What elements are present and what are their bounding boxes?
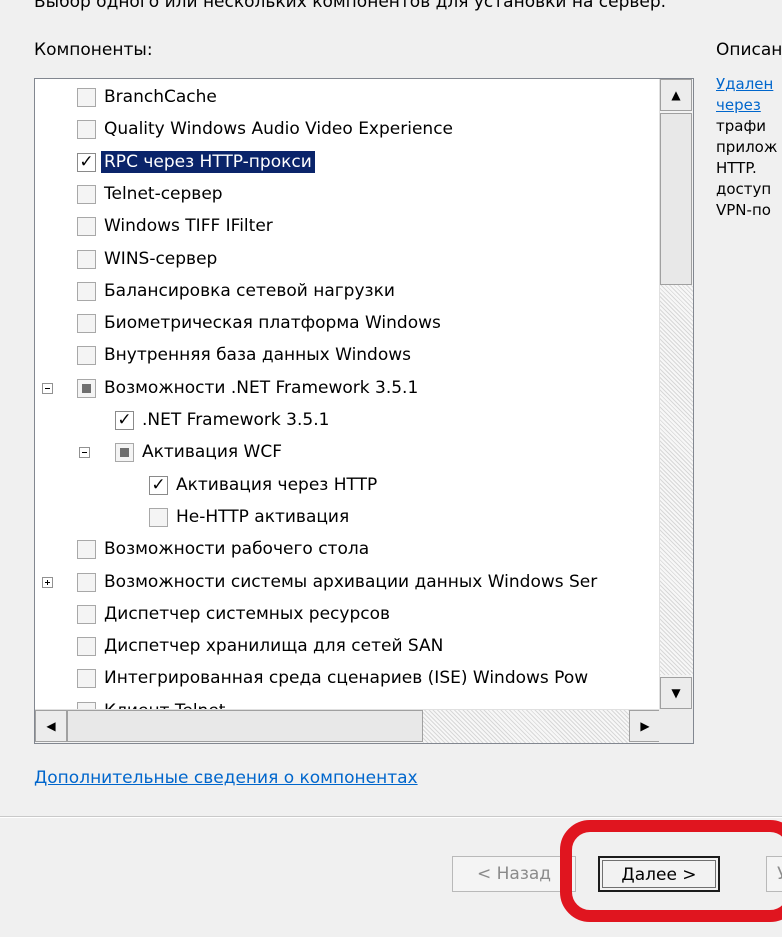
feature-label[interactable]: .NET Framework 3.5.1 <box>139 409 332 431</box>
feature-row[interactable]: Активация WCF <box>35 437 661 469</box>
checkmark-icon: ✓ <box>151 474 166 495</box>
feature-checkbox[interactable] <box>77 378 96 398</box>
features-list: BranchCache Quality Windows Audio Video E… <box>35 79 661 709</box>
checkmark-icon: ✓ <box>117 410 132 430</box>
horizontal-scroll-track[interactable] <box>423 710 629 743</box>
description-label: Описан <box>716 40 782 60</box>
description-text-line-4: доступ <box>716 180 772 198</box>
feature-row[interactable]: Не-HTTP активация <box>35 502 661 534</box>
red-highlight-annotation <box>560 820 782 922</box>
feature-checkbox[interactable] <box>77 540 96 560</box>
back-button[interactable]: < Назад <box>452 856 576 892</box>
feature-label[interactable]: Возможности .NET Framework 3.5.1 <box>101 377 421 399</box>
feature-row[interactable]: Внутренняя база данных Windows <box>35 340 661 372</box>
feature-checkbox[interactable] <box>77 88 96 107</box>
feature-label[interactable]: Возможности системы архивации данных Win… <box>101 571 600 593</box>
feature-label[interactable]: WINS-сервер <box>101 248 220 270</box>
feature-label[interactable]: Не-HTTP активация <box>173 506 352 528</box>
feature-label[interactable]: Возможности рабочего стола <box>101 538 372 560</box>
feature-row[interactable]: WINS-сервер <box>35 244 661 276</box>
feature-row[interactable]: Windows TIFF IFilter <box>35 211 661 243</box>
feature-label[interactable]: BranchCache <box>101 86 220 108</box>
feature-checkbox[interactable] <box>77 281 96 301</box>
vertical-scrollbar[interactable]: ▲ ▼ <box>659 79 693 709</box>
feature-row[interactable]: Клиент Telnet <box>35 696 661 709</box>
feature-row[interactable]: Возможности системы архивации данных Win… <box>35 567 661 599</box>
feature-label[interactable]: Внутренняя база данных Windows <box>101 344 414 366</box>
description-text-line-1: трафи <box>716 117 767 135</box>
feature-checkbox[interactable] <box>77 184 96 204</box>
feature-label[interactable]: Клиент Telnet <box>101 700 228 709</box>
scroll-right-button[interactable]: ▶ <box>629 710 661 742</box>
feature-row[interactable]: Диспетчер хранилища для сетей SAN <box>35 631 661 663</box>
description-text-line-2: прилож <box>716 138 778 156</box>
feature-row[interactable]: Возможности рабочего стола <box>35 534 661 566</box>
feature-label[interactable]: Quality Windows Audio Video Experience <box>101 118 456 140</box>
feature-row[interactable]: Биометрическая платформа Windows <box>35 308 661 340</box>
feature-row[interactable]: Telnet-сервер <box>35 179 661 211</box>
feature-checkbox[interactable] <box>77 604 96 624</box>
description-link-line-2[interactable]: через <box>716 95 782 116</box>
feature-row[interactable]: Диспетчер системных ресурсов <box>35 599 661 631</box>
more-info-link[interactable]: Дополнительные сведения о компонентах <box>34 768 418 788</box>
feature-checkbox[interactable] <box>77 217 96 237</box>
feature-checkbox[interactable] <box>77 669 96 689</box>
footer-divider <box>0 816 782 818</box>
feature-label[interactable]: Диспетчер системных ресурсов <box>101 603 393 625</box>
feature-checkbox[interactable] <box>149 507 168 527</box>
scroll-down-button[interactable]: ▼ <box>660 677 692 709</box>
feature-label[interactable]: Telnet-сервер <box>101 183 226 205</box>
vertical-scroll-thumb[interactable] <box>660 113 692 285</box>
feature-checkbox[interactable]: ✓ <box>77 151 96 172</box>
feature-checkbox[interactable] <box>77 572 96 592</box>
description-text-line-5: VPN-по <box>716 201 771 219</box>
feature-row[interactable]: Балансировка сетевой нагрузки <box>35 276 661 308</box>
feature-label[interactable]: Балансировка сетевой нагрузки <box>101 280 398 302</box>
scroll-left-button[interactable]: ◀ <box>35 710 67 742</box>
feature-row[interactable]: Quality Windows Audio Video Experience <box>35 114 661 146</box>
feature-label[interactable]: RPC через HTTP-прокси <box>101 150 315 173</box>
feature-row[interactable]: ✓ .NET Framework 3.5.1 <box>35 405 661 437</box>
feature-checkbox[interactable]: ✓ <box>149 474 168 495</box>
feature-checkbox[interactable] <box>77 637 96 657</box>
feature-row[interactable]: BranchCache <box>35 82 661 114</box>
feature-label[interactable]: Диспетчер хранилища для сетей SAN <box>101 635 446 657</box>
feature-checkbox[interactable] <box>77 701 96 709</box>
feature-label[interactable]: Биометрическая платформа Windows <box>101 312 444 334</box>
feature-row[interactable]: ✓ RPC через HTTP-прокси <box>35 147 661 179</box>
horizontal-scrollbar[interactable]: ◀ ▶ <box>35 709 661 743</box>
description-link-line-1[interactable]: Удален <box>716 74 782 95</box>
feature-label[interactable]: Windows TIFF IFilter <box>101 215 276 237</box>
description-text-line-3: HTTP. <box>716 159 757 177</box>
feature-label[interactable]: Активация WCF <box>139 441 285 463</box>
feature-checkbox[interactable] <box>115 443 134 463</box>
expand-icon[interactable] <box>42 576 53 588</box>
checkmark-icon: ✓ <box>79 151 94 172</box>
feature-row[interactable]: Интегрированная среда сценариев (ISE) Wi… <box>35 663 661 695</box>
feature-row[interactable]: Возможности .NET Framework 3.5.1 <box>35 373 661 405</box>
scrollbar-corner <box>659 709 693 743</box>
feature-checkbox[interactable] <box>77 249 96 269</box>
collapse-icon[interactable] <box>79 447 90 459</box>
collapse-icon[interactable] <box>42 382 53 394</box>
feature-checkbox[interactable]: ✓ <box>115 411 134 430</box>
feature-label[interactable]: Интегрированная среда сценариев (ISE) Wi… <box>101 667 591 689</box>
instruction-text: Выбор одного или нескольких компонентов … <box>34 0 667 12</box>
components-label: Компоненты: <box>34 40 153 60</box>
feature-checkbox[interactable] <box>77 120 96 140</box>
features-tree[interactable]: BranchCache Quality Windows Audio Video E… <box>34 78 694 744</box>
feature-checkbox[interactable] <box>77 314 96 334</box>
horizontal-scroll-thumb[interactable] <box>67 710 423 742</box>
vertical-scroll-track[interactable] <box>660 285 693 675</box>
scroll-up-button[interactable]: ▲ <box>660 79 692 111</box>
feature-checkbox[interactable] <box>77 346 96 366</box>
feature-label[interactable]: Активация через HTTP <box>173 474 380 496</box>
description-panel: Удален через трафи прилож HTTP. доступ V… <box>716 74 782 294</box>
feature-row[interactable]: ✓ Активация через HTTP <box>35 470 661 502</box>
